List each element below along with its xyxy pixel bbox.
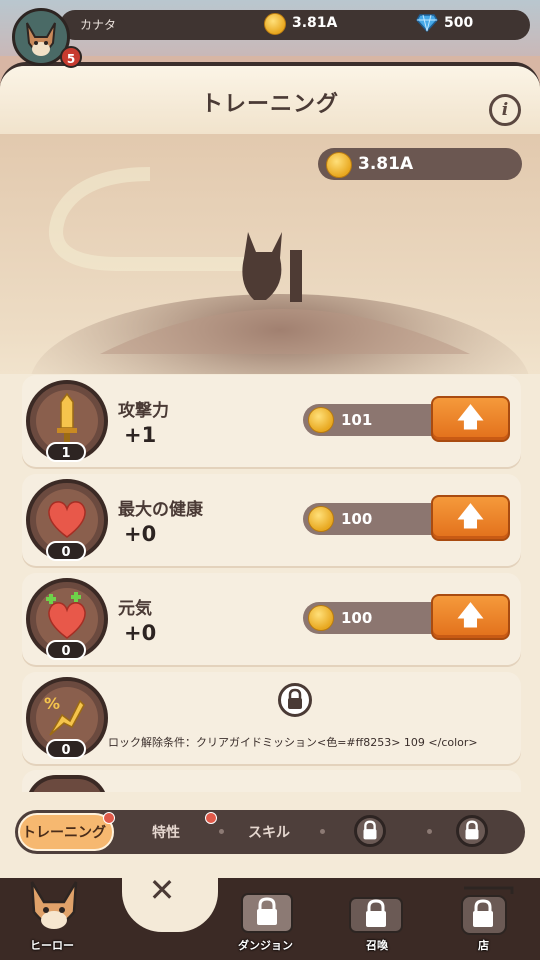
lock-icon [363,820,377,840]
nav-shop-label: 店 [478,939,489,952]
upgrade-button[interactable]: 🡅 [431,396,510,442]
tab-skills[interactable]: スキル [248,822,290,842]
stat-level-badge: 0 [46,640,86,660]
nav-summon-label: 召喚 [366,939,388,952]
coin-icon [308,506,334,532]
stat-name: 攻撃力 [118,401,169,421]
close-button[interactable]: ✕ [142,870,182,910]
coin-icon [264,13,286,35]
lock-icon [465,820,479,840]
fox-hero-icon[interactable] [26,880,82,938]
upgrade-button[interactable]: 🡅 [431,495,510,541]
treasure-chest-icon[interactable] [346,888,406,936]
stat-value: +0 [124,522,157,546]
map-scroll-icon[interactable] [238,888,296,936]
heart-plus-icon [46,592,86,639]
coin-icon [326,152,352,178]
stat-level-badge: 1 [46,442,86,462]
lock-icon [278,683,312,717]
svg-text:%: % [44,694,60,713]
tab-locked-5[interactable] [456,815,488,847]
unlock-condition-text: ロック解除条件：クリアガイドミッション<色=#ff8253> 109 </col… [108,736,478,749]
tab-training-label: トレーニング [22,825,106,841]
player-name: カナタ [80,18,117,32]
fox-avatar-icon [26,22,56,56]
nav-hero-label: ヒーロー [30,939,74,952]
heart-icon [48,501,86,538]
resource-coin-value: 3.81A [358,154,414,174]
nav-dungeon-label: ダンジョン [238,939,293,952]
tab-locked-4[interactable] [354,815,386,847]
page-title: トレーニング [200,92,339,117]
tab-traits[interactable]: 特性 [152,822,180,842]
player-level-badge: 5 [60,46,82,68]
stat-level-badge: 0 [46,541,86,561]
notification-dot [205,812,217,824]
stat-name: 最大の健康 [118,500,203,520]
tab-separator [219,829,224,834]
cost-value: 100 [341,609,373,627]
stat-value: +0 [124,621,157,645]
top-coin-value: 3.81A [292,15,338,31]
stat-value: +1 [124,423,157,447]
upgrade-button[interactable]: 🡅 [431,594,510,640]
tab-separator [427,829,432,834]
diamond-icon [416,14,438,32]
coin-icon [308,407,334,433]
notification-dot [103,812,115,824]
percent-sword-icon: % [44,694,85,736]
cost-value: 101 [341,411,373,429]
shop-sign-icon[interactable] [456,884,516,938]
top-gem-value: 500 [444,15,474,31]
stat-level-badge: 0 [46,739,86,759]
cost-value: 100 [341,510,373,528]
coin-icon [308,605,334,631]
tab-separator [320,829,325,834]
stat-name: 元気 [118,599,152,619]
info-button[interactable]: i [489,94,521,126]
